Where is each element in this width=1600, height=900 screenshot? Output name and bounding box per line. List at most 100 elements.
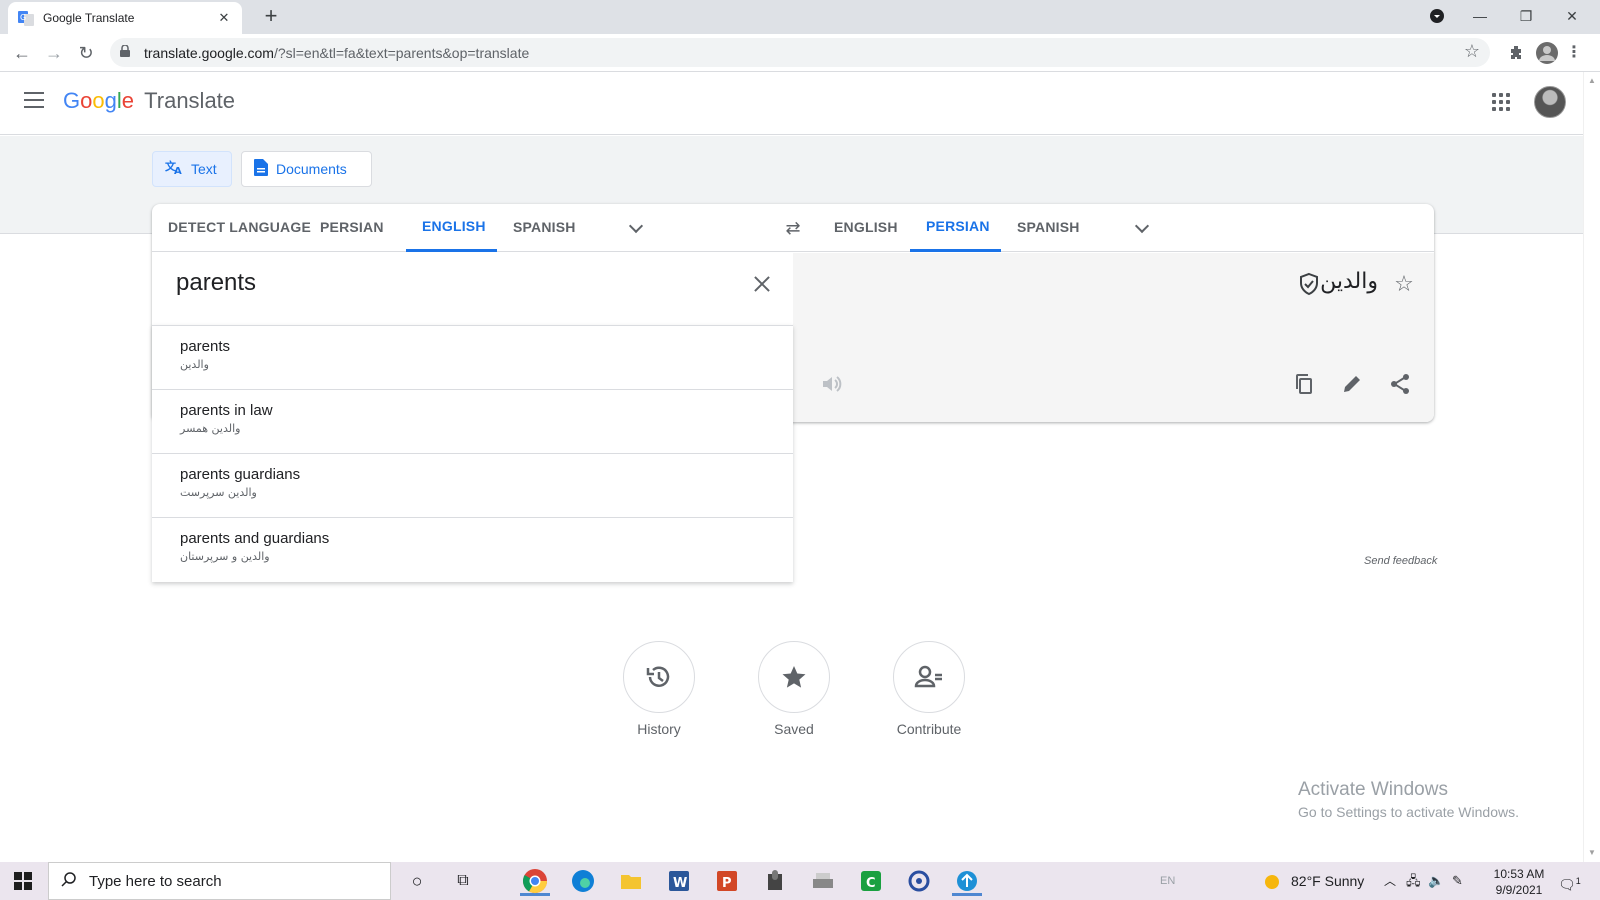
lock-icon	[120, 44, 134, 60]
browser-menu-icon[interactable]: ⋮	[1566, 40, 1582, 66]
volume-icon[interactable]: 🔈	[1428, 862, 1444, 900]
powerpoint-app-icon[interactable]: P	[712, 866, 742, 896]
page-scrollbar[interactable]: ▲ ▼	[1583, 72, 1600, 862]
account-avatar[interactable]	[1534, 86, 1566, 118]
profile-dropdown-icon[interactable]	[1414, 0, 1460, 32]
main-menu-icon[interactable]	[24, 92, 44, 108]
profile-avatar-icon[interactable]	[1535, 40, 1559, 66]
source-lang-spanish[interactable]: SPANISH	[497, 204, 592, 252]
notifications-icon[interactable]: 🗨1	[1558, 862, 1581, 900]
documents-mode-label: Documents	[276, 161, 347, 177]
suggestion-item[interactable]: parents والدین	[152, 326, 793, 390]
target-lang-spanish[interactable]: SPANISH	[1001, 204, 1096, 252]
saved-star-icon	[758, 641, 830, 713]
file-explorer-icon[interactable]	[616, 866, 646, 896]
extensions-icon[interactable]	[1506, 40, 1526, 66]
windows-taskbar: Type here to search ○ ⧉ W P C EN 82°F Su…	[0, 862, 1600, 900]
svg-text:C: C	[866, 876, 876, 891]
send-feedback-link[interactable]: Send feedback	[1364, 555, 1437, 567]
save-translation-star-icon[interactable]: ☆	[1392, 272, 1416, 296]
tab-close-icon[interactable]: ✕	[216, 10, 232, 26]
documents-mode-button[interactable]: Documents	[241, 151, 372, 187]
source-text-input[interactable]: parents	[176, 269, 256, 297]
address-bar[interactable]: translate.google.com/?sl=en&tl=fa&text=p…	[110, 38, 1490, 67]
clock-time: 10:53 AM	[1493, 867, 1545, 881]
sun-icon	[1265, 875, 1279, 890]
translate-icon: 文A	[165, 159, 183, 179]
contribute-people-icon	[893, 641, 965, 713]
notification-count: 1	[1575, 876, 1581, 886]
back-icon[interactable]: ←	[8, 39, 36, 67]
cortana-icon[interactable]: ○	[402, 866, 432, 896]
svg-text:P: P	[722, 876, 732, 891]
document-icon	[254, 158, 268, 180]
network-icon[interactable]: 🖧	[1406, 862, 1421, 900]
clock-date: 9/9/2021	[1495, 883, 1543, 897]
app-header: Google Translate	[0, 72, 1583, 135]
weather-widget[interactable]: 82°F Sunny	[1265, 862, 1364, 900]
browser-tab[interactable]: G Google Translate ✕	[8, 2, 242, 34]
scroll-down-icon[interactable]: ▼	[1588, 848, 1596, 857]
target-lang-persian[interactable]: PERSIAN	[910, 204, 1001, 252]
contribute-action[interactable]: Contribute	[884, 641, 974, 737]
saved-label: Saved	[774, 721, 814, 737]
source-lang-detect[interactable]: DETECT LANGUAGE	[152, 204, 327, 252]
google-translate-logo[interactable]: Google Translate	[63, 88, 235, 114]
camtasia-app-icon[interactable]: C	[856, 866, 886, 896]
minimize-button[interactable]: —	[1457, 0, 1503, 32]
taskbar-search-box[interactable]: Type here to search	[48, 862, 391, 900]
chrome-app-icon[interactable]	[520, 866, 550, 896]
taskbar-clock[interactable]: 10:53 AM 9/9/2021	[1488, 866, 1550, 898]
suggestions-dropdown: parents والدین parents in law والدین همس…	[152, 325, 793, 582]
edge-app-icon[interactable]	[568, 866, 598, 896]
svg-text:W: W	[673, 876, 687, 891]
source-lang-english[interactable]: ENGLISH	[406, 204, 497, 252]
search-icon	[61, 871, 79, 891]
settings-gear-app-icon[interactable]	[904, 866, 934, 896]
suggestion-item[interactable]: parents guardians والدین سرپرست	[152, 454, 793, 518]
svg-text:A: A	[174, 166, 182, 175]
show-hidden-icons-chevron-icon[interactable]: ︿	[1384, 862, 1396, 900]
saved-action[interactable]: Saved	[749, 641, 839, 737]
swap-languages-icon[interactable]: ⇄	[782, 217, 804, 239]
history-action[interactable]: History	[614, 641, 704, 737]
suggestion-item[interactable]: parents in law والدین همسر	[152, 390, 793, 454]
tab-title: Google Translate	[43, 11, 135, 25]
listen-speaker-icon[interactable]	[820, 372, 844, 396]
language-row: DETECT LANGUAGE PERSIAN ENGLISH SPANISH …	[152, 204, 1434, 252]
activate-windows-watermark: Activate Windows Go to Settings to activ…	[1298, 779, 1519, 820]
product-name: Translate	[144, 88, 236, 113]
voice-recorder-icon[interactable]	[760, 866, 790, 896]
suggestion-item[interactable]: parents and guardians والدین و سرپرستان	[152, 518, 793, 582]
clear-source-icon[interactable]	[750, 272, 774, 296]
bookmark-star-icon[interactable]: ☆	[1464, 41, 1480, 62]
google-apps-icon[interactable]	[1492, 93, 1510, 111]
translation-output: والدین	[1320, 269, 1378, 294]
target-lang-english[interactable]: ENGLISH	[818, 204, 914, 252]
scroll-up-icon[interactable]: ▲	[1588, 76, 1596, 85]
forward-icon[interactable]: →	[40, 39, 68, 67]
history-label: History	[637, 721, 681, 737]
svg-text:G: G	[20, 13, 26, 22]
verified-shield-icon[interactable]	[1298, 272, 1320, 296]
task-view-icon[interactable]: ⧉	[448, 866, 478, 896]
weather-text: 82°F Sunny	[1291, 873, 1365, 889]
windows-start-icon[interactable]	[14, 872, 32, 890]
input-language-indicator[interactable]: EN	[1160, 862, 1175, 900]
restore-button[interactable]: ❐	[1503, 0, 1549, 32]
source-more-languages-chevron-icon[interactable]	[626, 218, 646, 238]
pen-workspace-icon[interactable]: ✎	[1452, 862, 1463, 900]
reload-icon[interactable]: ↻	[72, 39, 100, 67]
speech-bubble-icon: 🗨	[1558, 876, 1576, 893]
text-mode-button[interactable]: 文A Text	[152, 151, 232, 187]
copy-translation-icon[interactable]	[1292, 372, 1316, 396]
source-lang-persian[interactable]: PERSIAN	[304, 204, 400, 252]
target-more-languages-chevron-icon[interactable]	[1132, 218, 1152, 238]
edit-translation-icon[interactable]	[1340, 372, 1364, 396]
scanner-app-icon[interactable]	[808, 866, 838, 896]
vpn-app-icon[interactable]	[952, 866, 982, 896]
share-translation-icon[interactable]	[1388, 372, 1412, 396]
window-close-button[interactable]: ✕	[1549, 0, 1595, 32]
new-tab-button[interactable]: +	[258, 4, 284, 30]
word-app-icon[interactable]: W	[664, 866, 694, 896]
